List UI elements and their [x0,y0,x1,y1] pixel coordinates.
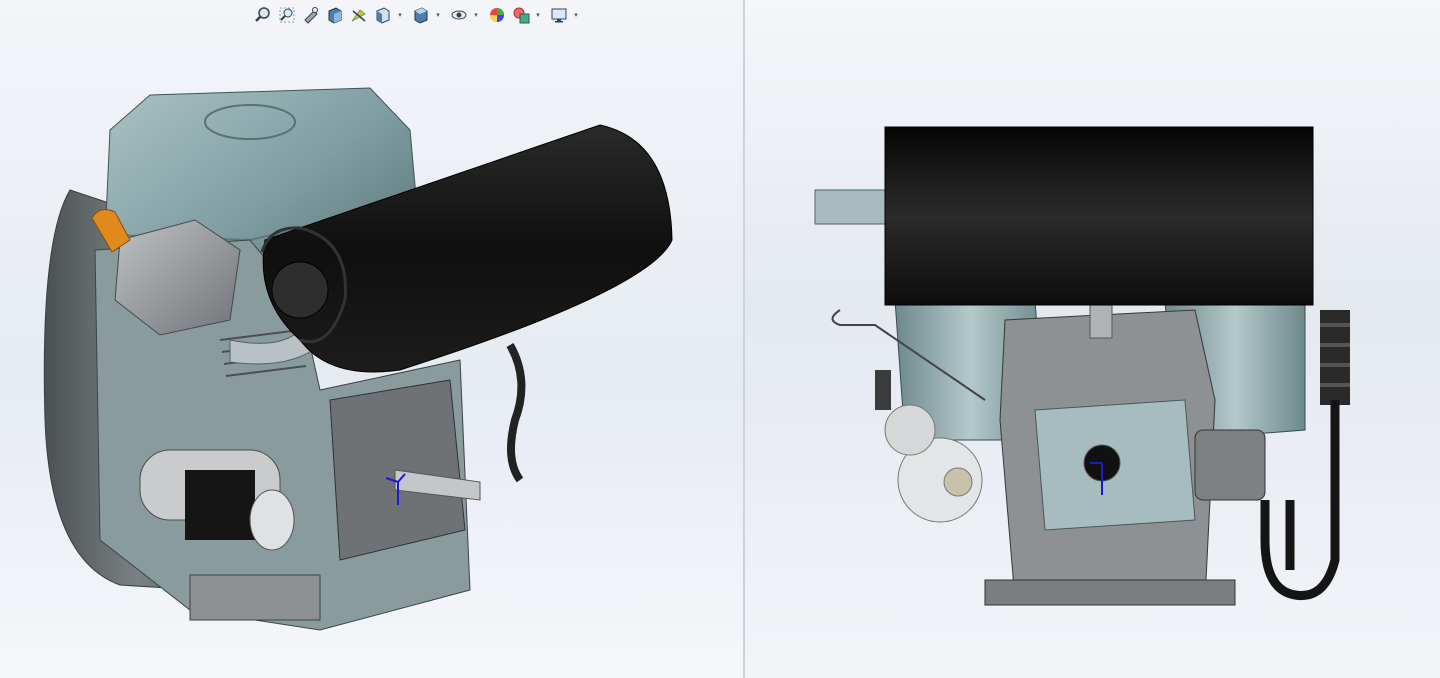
isometric-viewport[interactable]: ▾ ▾ ▾ ▾ ▾ [0,0,743,678]
section-view-icon[interactable] [324,4,346,26]
hide-show-items-dropdown[interactable]: ▾ [472,4,480,26]
zoom-to-fit-icon[interactable] [252,4,274,26]
view-orientation-icon[interactable] [372,4,394,26]
hide-show-items-icon[interactable] [448,4,470,26]
apply-scene-dropdown[interactable]: ▾ [534,4,542,26]
display-style-dropdown[interactable]: ▾ [434,4,442,26]
front-viewport[interactable] [745,0,1440,678]
exhaust-outlet [814,189,896,225]
engine-model-isometric[interactable] [0,0,743,678]
muffler [884,126,1314,306]
previous-view-icon[interactable] [300,4,322,26]
spark-plug-boot [1320,310,1350,405]
heads-up-view-toolbar: ▾ ▾ ▾ ▾ ▾ [252,4,584,26]
view-orientation-dropdown[interactable]: ▾ [396,4,404,26]
apply-scene-icon[interactable] [510,4,532,26]
ignition-module [1194,429,1266,501]
view-settings-dropdown[interactable]: ▾ [572,4,580,26]
base-mount [189,574,321,621]
view-settings-icon[interactable] [548,4,570,26]
edit-appearance-icon[interactable] [486,4,508,26]
display-style-icon[interactable] [410,4,432,26]
zoom-to-area-icon[interactable] [276,4,298,26]
base-foot [984,579,1236,606]
dynamic-annotation-icon[interactable] [348,4,370,26]
engine-model-front[interactable] [745,0,1440,678]
